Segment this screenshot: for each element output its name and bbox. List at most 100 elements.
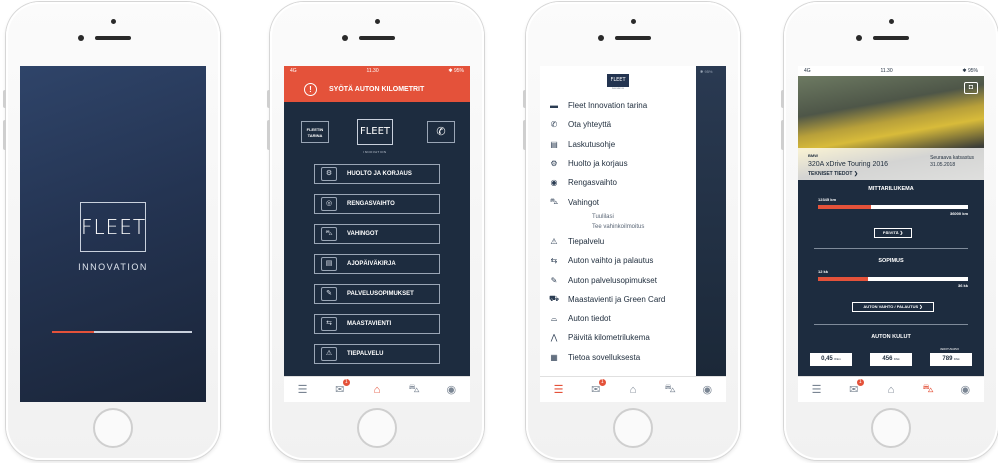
- car-icon[interactable]: ⛍: [918, 383, 938, 397]
- alert-text: SYÖTÄ AUTON KILOMETRIT: [329, 85, 425, 93]
- contract-car-icon: ✎: [550, 275, 558, 285]
- drawer-subitem-damage-report[interactable]: Tee vahinkoilmoitus: [548, 222, 698, 232]
- front-sensor: [78, 35, 84, 41]
- next-inspection-date: 31.05.2018: [930, 162, 956, 168]
- menu-label: RENGASVAIHTO: [347, 201, 395, 207]
- front-camera: [889, 19, 894, 24]
- cost-value: 456: [882, 356, 893, 362]
- menu-label: HUOLTO JA KORJAUS: [347, 171, 412, 177]
- mute-switch: [3, 90, 6, 108]
- menu-tire-button[interactable]: ◎ RENGASVAIHTO: [314, 194, 440, 214]
- home-button[interactable]: [357, 408, 397, 448]
- menu-icon[interactable]: ☰: [293, 383, 313, 396]
- menu-logbook-button[interactable]: ▤ AJOPÄIVÄKIRJA: [314, 254, 440, 274]
- drawer-item-label: Ota yhteyttä: [568, 120, 612, 130]
- home-button[interactable]: [613, 408, 653, 448]
- story-line-1: FLEETIN: [306, 127, 324, 132]
- mail-icon[interactable]: ✉ 1: [844, 379, 864, 396]
- home-icon[interactable]: ⌂: [623, 384, 643, 396]
- menu-damage-button[interactable]: ⛍ VAHINGOT: [314, 224, 440, 244]
- drawer-item-damages[interactable]: ⛍ Vahingot: [548, 192, 698, 211]
- splash-screen: FLEET INNOVATION: [20, 66, 206, 402]
- odometer-bar-fill: [818, 205, 871, 209]
- mail-icon[interactable]: ✉ 1: [586, 379, 606, 396]
- fleet-logo: FLEET: [80, 202, 146, 252]
- drawer-item-label: Auton palvelusopimukset: [568, 275, 657, 285]
- divider: [814, 324, 968, 325]
- cost-unit: €/kk: [894, 357, 900, 361]
- volume-up-button: [267, 120, 270, 150]
- call-button[interactable]: ✆: [427, 121, 455, 143]
- menu-label: PALVELUSOPIMUKSET: [347, 291, 414, 297]
- user-icon[interactable]: ◉: [441, 383, 461, 396]
- service-icon: ⚙: [550, 159, 558, 169]
- technical-details-link[interactable]: TEKNISET TIEDOT ❯: [808, 171, 858, 177]
- fleet-logo: FLEET: [357, 119, 393, 145]
- user-icon[interactable]: ◉: [697, 383, 717, 396]
- costs-title: AUTON KULUT: [871, 334, 911, 340]
- car-icon[interactable]: ⛍: [404, 383, 424, 397]
- update-mileage-button[interactable]: PÄIVITÄ ❯: [874, 228, 912, 238]
- background-content[interactable]: ✱ 95%: [696, 66, 726, 376]
- car-make-label: BMW: [808, 153, 818, 158]
- menu-label: TIEPALVELU: [347, 351, 384, 357]
- front-camera: [631, 19, 636, 24]
- road-icon: ⋀: [550, 333, 558, 343]
- drawer-item-contact[interactable]: ✆ Ota yhteyttä: [548, 115, 698, 134]
- drawer-item-car-info[interactable]: ⌓ Auton tiedot: [548, 309, 698, 328]
- car-swap-button[interactable]: AUTON VAIHTO / PALAUTUS ❯: [852, 302, 934, 312]
- logbook-icon: ▤: [321, 257, 337, 271]
- menu-export-button[interactable]: ⇆ MAASTAVIENTI: [314, 314, 440, 334]
- menu-label: MAASTAVIENTI: [347, 321, 392, 327]
- phone-icon: ✆: [550, 120, 558, 130]
- fleet-story-button[interactable]: FLEETIN TARINA: [301, 121, 329, 143]
- drawer-item-label: Maastavienti ja Green Card: [568, 294, 666, 304]
- menu-service-button[interactable]: ⚙ HUOLTO JA KORJAUS: [314, 164, 440, 184]
- drawer-item-label: Päivitä kilometrilukema: [568, 333, 650, 343]
- home-button[interactable]: [93, 408, 133, 448]
- export-car-icon: ⇆: [321, 317, 337, 331]
- loading-progress-fill: [52, 331, 94, 333]
- car-icon[interactable]: ⛍: [660, 383, 680, 397]
- mail-icon[interactable]: ✉ 1: [330, 379, 350, 396]
- drawer-item-export[interactable]: ⛟ Maastavienti ja Green Card: [548, 290, 698, 309]
- menu-contracts-button[interactable]: ✎ PALVELUSOPIMUKSET: [314, 284, 440, 304]
- menu-icon[interactable]: ☰: [549, 383, 569, 396]
- drawer-item-about[interactable]: ▦ Tietoa sovelluksesta: [548, 348, 698, 367]
- fleet-logo: FLEET: [607, 74, 629, 87]
- phone-splash: FLEET INNOVATION: [3, 2, 220, 460]
- odometer-max: 36000 km: [949, 211, 968, 216]
- drawer-item-contracts[interactable]: ✎ Auton palvelusopimukset: [548, 270, 698, 289]
- tire-icon: ◎: [321, 197, 337, 211]
- mileage-alert-banner[interactable]: ! SYÖTÄ AUTON KILOMETRIT: [284, 76, 470, 102]
- drawer-list: ▬ Fleet Innovation tarina ✆ Ota yhteyttä ▤…: [548, 96, 698, 367]
- cost-unit: €/km: [834, 357, 841, 361]
- bottom-tab-bar: ☰ ✉ 1 ⌂ ⛍ ◉: [284, 376, 470, 402]
- drawer-item-service[interactable]: ⚙ Huolto ja korjaus: [548, 154, 698, 173]
- drawer-item-label: Tiepalvelu: [568, 236, 605, 246]
- camera-icon[interactable]: ◘: [964, 82, 978, 94]
- menu-roadside-button[interactable]: ⚠ TIEPALVELU: [314, 344, 440, 364]
- drawer-item-roadside[interactable]: ⚠ Tiepalvelu: [548, 232, 698, 251]
- drawer-item-billing[interactable]: ▤ Laskutusohje: [548, 135, 698, 154]
- home-icon[interactable]: ⌂: [367, 384, 387, 396]
- notification-badge: 1: [598, 379, 606, 386]
- volume-up-button: [523, 120, 526, 150]
- drawer-item-update-mileage[interactable]: ⋀ Päivitä kilometrilukema: [548, 328, 698, 347]
- story-line-2: TARINA: [307, 133, 323, 138]
- contract-current: 12 kk: [818, 269, 829, 274]
- drawer-subitem-windshield[interactable]: Tuulilasi: [548, 212, 698, 222]
- drawer-item-story[interactable]: ▬ Fleet Innovation tarina: [548, 96, 698, 115]
- home-button[interactable]: [871, 408, 911, 448]
- mute-switch: [523, 90, 526, 108]
- contract-max: 36 kk: [957, 283, 968, 288]
- menu-icon[interactable]: ☰: [807, 383, 827, 396]
- drawer-item-car-swap[interactable]: ⇆ Auton vaihto ja palautus: [548, 251, 698, 270]
- user-icon[interactable]: ◉: [955, 383, 975, 396]
- main-menu-screen: 4G 11.30 ✱ 95% ! SYÖTÄ AUTON KILOMETRIT …: [284, 66, 470, 402]
- car-outline-icon: ⌓: [550, 313, 558, 323]
- drawer-item-label: Laskutusohje: [568, 139, 616, 149]
- drawer-item-tires[interactable]: ◉ Rengasvaihto: [548, 173, 698, 192]
- home-icon[interactable]: ⌂: [881, 384, 901, 396]
- front-sensor: [342, 35, 348, 41]
